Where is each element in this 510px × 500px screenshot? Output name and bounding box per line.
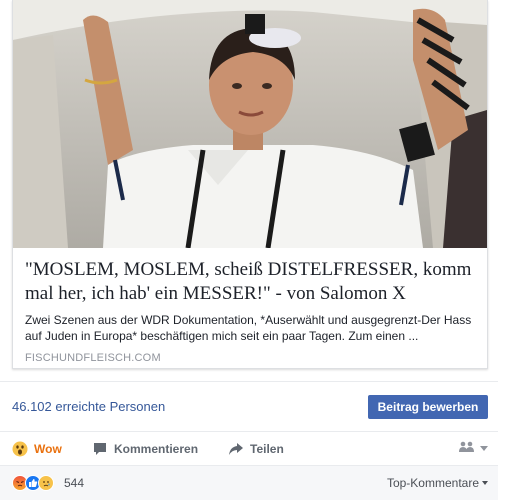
reach-text[interactable]: 46.102 erreichte Personen bbox=[12, 399, 165, 414]
share-arrow-icon bbox=[228, 441, 244, 457]
boost-post-button[interactable]: Beitrag bewerben bbox=[368, 395, 488, 419]
wow-label: Wow bbox=[34, 442, 62, 456]
comment-button[interactable]: Kommentieren bbox=[92, 437, 198, 461]
wow-emoji-icon bbox=[12, 441, 28, 457]
comment-sort-dropdown[interactable]: Top-Kommentare bbox=[387, 476, 488, 490]
chevron-down-icon bbox=[482, 481, 488, 485]
link-preview[interactable]: "MOSLEM, MOSLEM, scheiß DISTELFRESSER, k… bbox=[12, 0, 488, 369]
comment-icon bbox=[92, 441, 108, 457]
reach-row: 46.102 erreichte Personen Beitrag bewerb… bbox=[0, 381, 510, 431]
preview-title[interactable]: "MOSLEM, MOSLEM, scheiß DISTELFRESSER, k… bbox=[25, 258, 477, 306]
preview-text: "MOSLEM, MOSLEM, scheiß DISTELFRESSER, k… bbox=[25, 258, 477, 364]
reactions-row: 544 Top-Kommentare bbox=[0, 465, 510, 500]
chevron-down-icon bbox=[480, 446, 488, 451]
sad-reaction-icon bbox=[38, 475, 54, 491]
comment-label: Kommentieren bbox=[114, 442, 199, 456]
share-button[interactable]: Teilen bbox=[228, 437, 284, 461]
audience-selector[interactable] bbox=[458, 441, 488, 456]
reaction-count[interactable]: 544 bbox=[64, 476, 84, 490]
share-label: Teilen bbox=[250, 442, 284, 456]
people-icon bbox=[458, 441, 476, 456]
page-edge bbox=[498, 0, 510, 500]
preview-image[interactable] bbox=[13, 0, 487, 248]
preview-domain: FISCHUNDFLEISCH.COM bbox=[25, 352, 161, 364]
preview-description: Zwei Szenen aus der WDR Dokumentation, *… bbox=[25, 313, 472, 343]
post-card: "MOSLEM, MOSLEM, scheiß DISTELFRESSER, k… bbox=[0, 0, 510, 500]
wow-reaction-button[interactable]: Wow bbox=[12, 437, 62, 461]
action-row: Wow Kommentieren Teilen bbox=[0, 431, 510, 465]
preview-photo bbox=[13, 0, 487, 248]
reaction-icons[interactable] bbox=[12, 475, 54, 491]
comment-sort-label: Top-Kommentare bbox=[386, 476, 479, 490]
